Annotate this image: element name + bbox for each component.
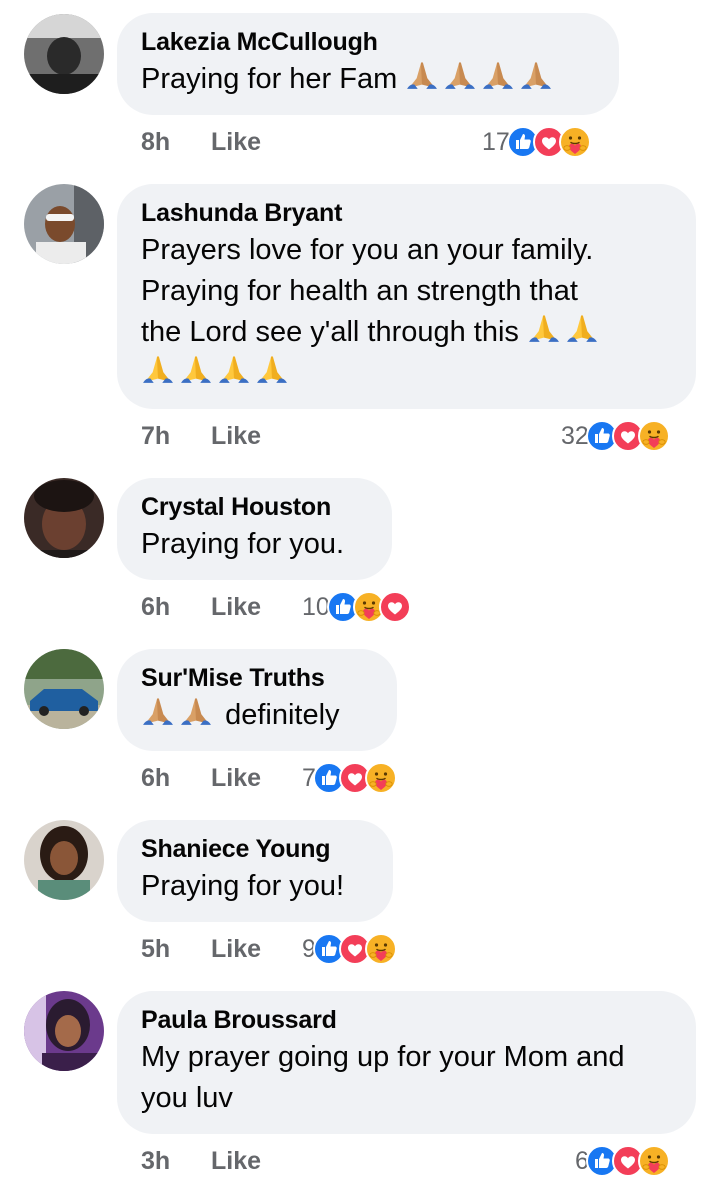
- like-button[interactable]: Like: [211, 1147, 261, 1176]
- reaction-summary[interactable]: 6: [575, 1143, 670, 1179]
- reaction-summary[interactable]: 17: [482, 124, 591, 160]
- folded-hands-icon: [529, 315, 597, 342]
- avatar[interactable]: [24, 649, 104, 729]
- avatar-photo: [24, 478, 104, 558]
- care-icon: [559, 126, 591, 158]
- comment-author[interactable]: Lakezia McCullough: [141, 27, 595, 57]
- care-icon: [365, 762, 397, 794]
- comment-text: Prayers love for you an your family. Pra…: [141, 230, 672, 394]
- reaction-summary[interactable]: 9: [302, 931, 397, 967]
- comment-bubble: Shaniece Young Praying for you!: [117, 820, 393, 922]
- like-button[interactable]: Like: [211, 593, 261, 622]
- care-icon: [365, 933, 397, 965]
- folded-hands-icon: [143, 356, 287, 383]
- reaction-summary[interactable]: 32: [561, 418, 670, 454]
- comment-author[interactable]: Sur'Mise Truths: [141, 663, 373, 693]
- reaction-summary[interactable]: 7: [302, 760, 397, 796]
- timestamp[interactable]: 3h: [141, 1147, 170, 1176]
- reaction-count: 17: [482, 127, 510, 156]
- folded-hands-icon: [407, 62, 552, 89]
- comment-author[interactable]: Shaniece Young: [141, 834, 369, 864]
- love-icon: [379, 591, 411, 623]
- like-button[interactable]: Like: [211, 935, 261, 964]
- avatar-photo: [24, 820, 104, 900]
- comment-bubble: Sur'Mise Truths definitely: [117, 649, 397, 751]
- avatar-photo: [24, 649, 104, 729]
- reaction-count: 10: [302, 592, 330, 621]
- comment-bubble: Crystal Houston Praying for you.: [117, 478, 392, 580]
- comment-text: definitely: [141, 695, 373, 736]
- timestamp[interactable]: 5h: [141, 935, 170, 964]
- comment-author[interactable]: Paula Broussard: [141, 1005, 672, 1035]
- comment-bubble: Lakezia McCullough Praying for her Fam: [117, 13, 619, 115]
- folded-hands-icon: [143, 698, 211, 725]
- reaction-count: 32: [561, 421, 589, 450]
- comment-text: Praying for you.: [141, 528, 345, 560]
- timestamp[interactable]: 7h: [141, 422, 170, 451]
- timestamp[interactable]: 6h: [141, 593, 170, 622]
- timestamp[interactable]: 6h: [141, 764, 170, 793]
- comment-bubble: Paula Broussard My prayer going up for y…: [117, 991, 696, 1134]
- comment-text: My prayer going up for your Mom and you …: [141, 1041, 625, 1114]
- avatar-photo: [24, 14, 104, 94]
- comment-text: Praying for you!: [141, 870, 345, 902]
- comment-author[interactable]: Lashunda Bryant: [141, 198, 672, 228]
- comment-bubble: Lashunda Bryant Prayers love for you an …: [117, 184, 696, 409]
- reaction-summary[interactable]: 10: [302, 589, 411, 625]
- like-button[interactable]: Like: [211, 422, 261, 451]
- timestamp[interactable]: 8h: [141, 128, 170, 157]
- like-button[interactable]: Like: [211, 128, 261, 157]
- care-icon: [638, 420, 670, 452]
- avatar[interactable]: [24, 991, 104, 1071]
- care-icon: [638, 1145, 670, 1177]
- comment-text: Praying for her Fam: [141, 59, 595, 100]
- avatar-photo: [24, 184, 104, 264]
- avatar[interactable]: [24, 478, 104, 558]
- comment-author[interactable]: Crystal Houston: [141, 492, 368, 522]
- avatar-photo: [24, 991, 104, 1071]
- like-button[interactable]: Like: [211, 764, 261, 793]
- avatar[interactable]: [24, 14, 104, 94]
- avatar[interactable]: [24, 184, 104, 264]
- avatar[interactable]: [24, 820, 104, 900]
